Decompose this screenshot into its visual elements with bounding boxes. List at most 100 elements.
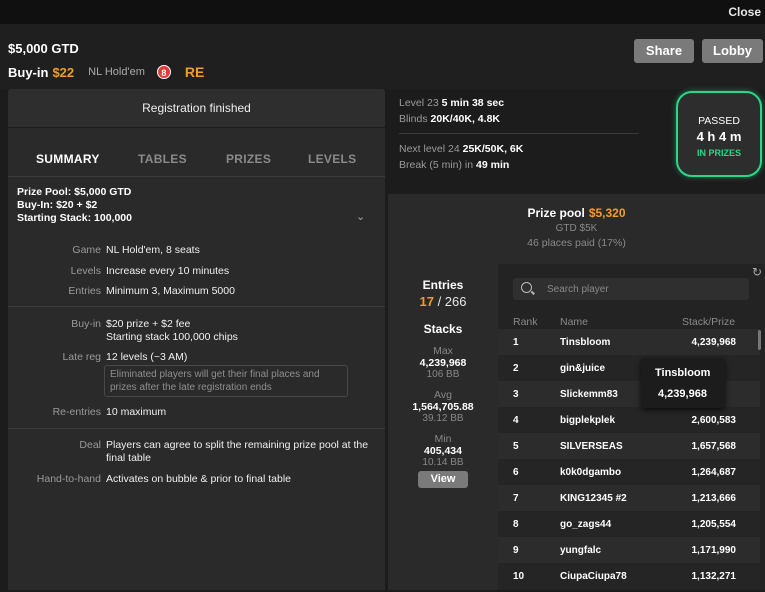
row-rank: 3 bbox=[513, 389, 519, 400]
row-rank: 1 bbox=[513, 337, 519, 348]
row-rank: 7 bbox=[513, 493, 519, 504]
row-rank: 2 bbox=[513, 363, 519, 374]
row-key: Game bbox=[72, 244, 101, 256]
row-stack: 1,205,554 bbox=[691, 519, 737, 530]
buyin-amount: $22 bbox=[52, 64, 75, 80]
row-player-name: KING12345 #2 bbox=[560, 493, 627, 504]
lobby-button[interactable]: Lobby bbox=[702, 39, 763, 63]
game-type: NL Hold'em bbox=[88, 66, 145, 78]
eight-max-badge-icon: 8 bbox=[156, 65, 171, 79]
row-player-name: CiupaCiupa78 bbox=[560, 571, 627, 582]
leaderboard-scrollbar[interactable] bbox=[758, 330, 761, 350]
table-row[interactable]: 10 CiupaCiupa78 1,132,271 bbox=[498, 563, 760, 589]
row-player-name: k0k0dgambo bbox=[560, 467, 622, 478]
row-player-name: Tinsbloom bbox=[560, 337, 611, 348]
summary-starting-stack: Starting Stack: 100,000 bbox=[17, 212, 132, 224]
avg-value: 1,564,705.88 bbox=[412, 401, 474, 413]
row-player-name: bigplekplek bbox=[560, 415, 616, 426]
row-value: NL Hold'em, 8 seats bbox=[106, 244, 200, 256]
buyin-starting-chips: Starting stack 100,000 chips bbox=[106, 331, 238, 343]
tab-tables[interactable]: TABLES bbox=[138, 152, 187, 166]
row-value: Increase every 10 minutes bbox=[106, 265, 230, 277]
row-rank: 6 bbox=[513, 467, 519, 478]
row-value: 10 maximum bbox=[106, 406, 167, 418]
current-level-label: Level 23 bbox=[399, 97, 439, 109]
buyin-line: Buy-in $22 NL Hold'em 8 RE bbox=[8, 64, 204, 80]
view-button[interactable]: View bbox=[418, 471, 468, 488]
entries-separator: / bbox=[433, 294, 445, 309]
row-key: Levels bbox=[70, 265, 101, 277]
table-row[interactable]: 9 yungfalc 1,171,990 bbox=[498, 537, 760, 563]
current-level-time: 5 min 38 sec bbox=[441, 97, 505, 109]
row-value: Minimum 3, Maximum 5000 bbox=[106, 285, 235, 297]
entries-count: 17 / 266 bbox=[388, 294, 498, 309]
close-button[interactable]: Close bbox=[728, 5, 761, 19]
row-rank: 8 bbox=[513, 519, 519, 530]
search-input[interactable] bbox=[547, 278, 743, 300]
prize-pool-amount: $5,320 bbox=[588, 206, 626, 220]
tooltip-player-name: Tinsbloom bbox=[655, 367, 711, 379]
divider bbox=[399, 133, 639, 134]
summary-prize-pool: Prize Pool: $5,000 GTD bbox=[17, 186, 132, 198]
share-button[interactable]: Share bbox=[634, 39, 694, 63]
row-key: Deal bbox=[79, 439, 101, 451]
tab-levels[interactable]: LEVELS bbox=[308, 152, 356, 166]
row-stack: 1,132,271 bbox=[691, 571, 737, 582]
tab-prizes[interactable]: PRIZES bbox=[226, 152, 271, 166]
row-rank: 9 bbox=[513, 545, 519, 556]
row-key: Entries bbox=[68, 285, 101, 297]
tab-summary[interactable]: SUMMARY bbox=[36, 152, 100, 166]
entries-current: 17 bbox=[419, 294, 434, 309]
entries-total: 266 bbox=[444, 294, 467, 309]
avg-bb: 39.12 BB bbox=[422, 413, 464, 424]
table-row[interactable]: 5 SILVERSEAS 1,657,568 bbox=[498, 433, 760, 459]
row-stack: 1,171,990 bbox=[691, 545, 737, 556]
break-label: Break (5 min) in bbox=[399, 159, 474, 171]
passed-time: 4 h 4 m bbox=[696, 129, 742, 144]
table-row[interactable]: 1 Tinsbloom 4,239,968 bbox=[498, 329, 760, 355]
chevron-down-icon[interactable]: ⌄ bbox=[356, 210, 366, 223]
summary-panel: SUMMARY TABLES PRIZES LEVELS Prize Pool:… bbox=[8, 128, 385, 590]
next-level: Next level 24 25K/50K, 6K bbox=[399, 143, 523, 155]
row-stack: 1,213,666 bbox=[691, 493, 737, 504]
col-stack-header[interactable]: Stack/Prize bbox=[682, 316, 735, 328]
row-player-name: Slickemm83 bbox=[560, 389, 618, 400]
table-row[interactable]: 8 go_zags44 1,205,554 bbox=[498, 511, 760, 537]
row-key: Re-entries bbox=[52, 406, 101, 418]
row-value: 12 levels (~3 AM) bbox=[106, 351, 188, 363]
col-name-header[interactable]: Name bbox=[560, 316, 588, 328]
divider bbox=[8, 428, 385, 429]
table-row[interactable]: 6 k0k0dgambo 1,264,687 bbox=[498, 459, 760, 485]
row-stack: 4,239,968 bbox=[691, 337, 737, 348]
refresh-icon[interactable]: ↻ bbox=[752, 265, 762, 279]
break-time: 49 min bbox=[476, 159, 510, 171]
row-key: Hand-to-hand bbox=[36, 473, 101, 485]
current-blinds: Blinds 20K/40K, 4.8K bbox=[399, 113, 500, 125]
table-row[interactable]: 7 KING12345 #2 1,213,666 bbox=[498, 485, 760, 511]
next-level-blinds: 25K/50K, 6K bbox=[462, 143, 524, 155]
leaderboard-panel: Rank Name Stack/Prize 1 Tinsbloom 4,239,96… bbox=[498, 264, 765, 590]
next-level-label: Next level 24 bbox=[399, 143, 460, 155]
table-row[interactable]: 4 bigplekplek 2,600,583 bbox=[498, 407, 760, 433]
tooltip-player-stack: 4,239,968 bbox=[658, 388, 707, 400]
buyin-label: Buy-in bbox=[8, 64, 49, 80]
row-player-name: gin&juice bbox=[560, 363, 606, 374]
prize-pool-gtd: GTD $5K bbox=[555, 223, 598, 234]
prize-pool-label: Prize pool bbox=[527, 206, 585, 220]
blinds-label: Blinds bbox=[399, 113, 428, 125]
max-bb: 106 BB bbox=[426, 369, 460, 380]
search-icon bbox=[521, 282, 532, 293]
entries-label: Entries bbox=[422, 278, 464, 292]
row-key: Buy-in bbox=[71, 318, 101, 330]
col-rank-header[interactable]: Rank bbox=[513, 316, 538, 328]
row-stack: 2,600,583 bbox=[691, 415, 737, 426]
passed-status-card: PASSED 4 h 4 m IN PRIZES bbox=[676, 91, 762, 177]
prize-pool-title: Prize pool $5,320 bbox=[388, 206, 765, 220]
row-player-name: SILVERSEAS bbox=[560, 441, 623, 452]
player-tooltip: Tinsbloom 4,239,968 bbox=[641, 358, 725, 408]
reentry-tag: RE bbox=[184, 64, 205, 80]
search-box[interactable] bbox=[513, 278, 749, 300]
prize-pool-panel: Prize pool $5,320 GTD $5K 46 places paid … bbox=[388, 194, 765, 264]
passed-label: PASSED bbox=[698, 115, 740, 127]
max-label: Max bbox=[433, 345, 453, 357]
